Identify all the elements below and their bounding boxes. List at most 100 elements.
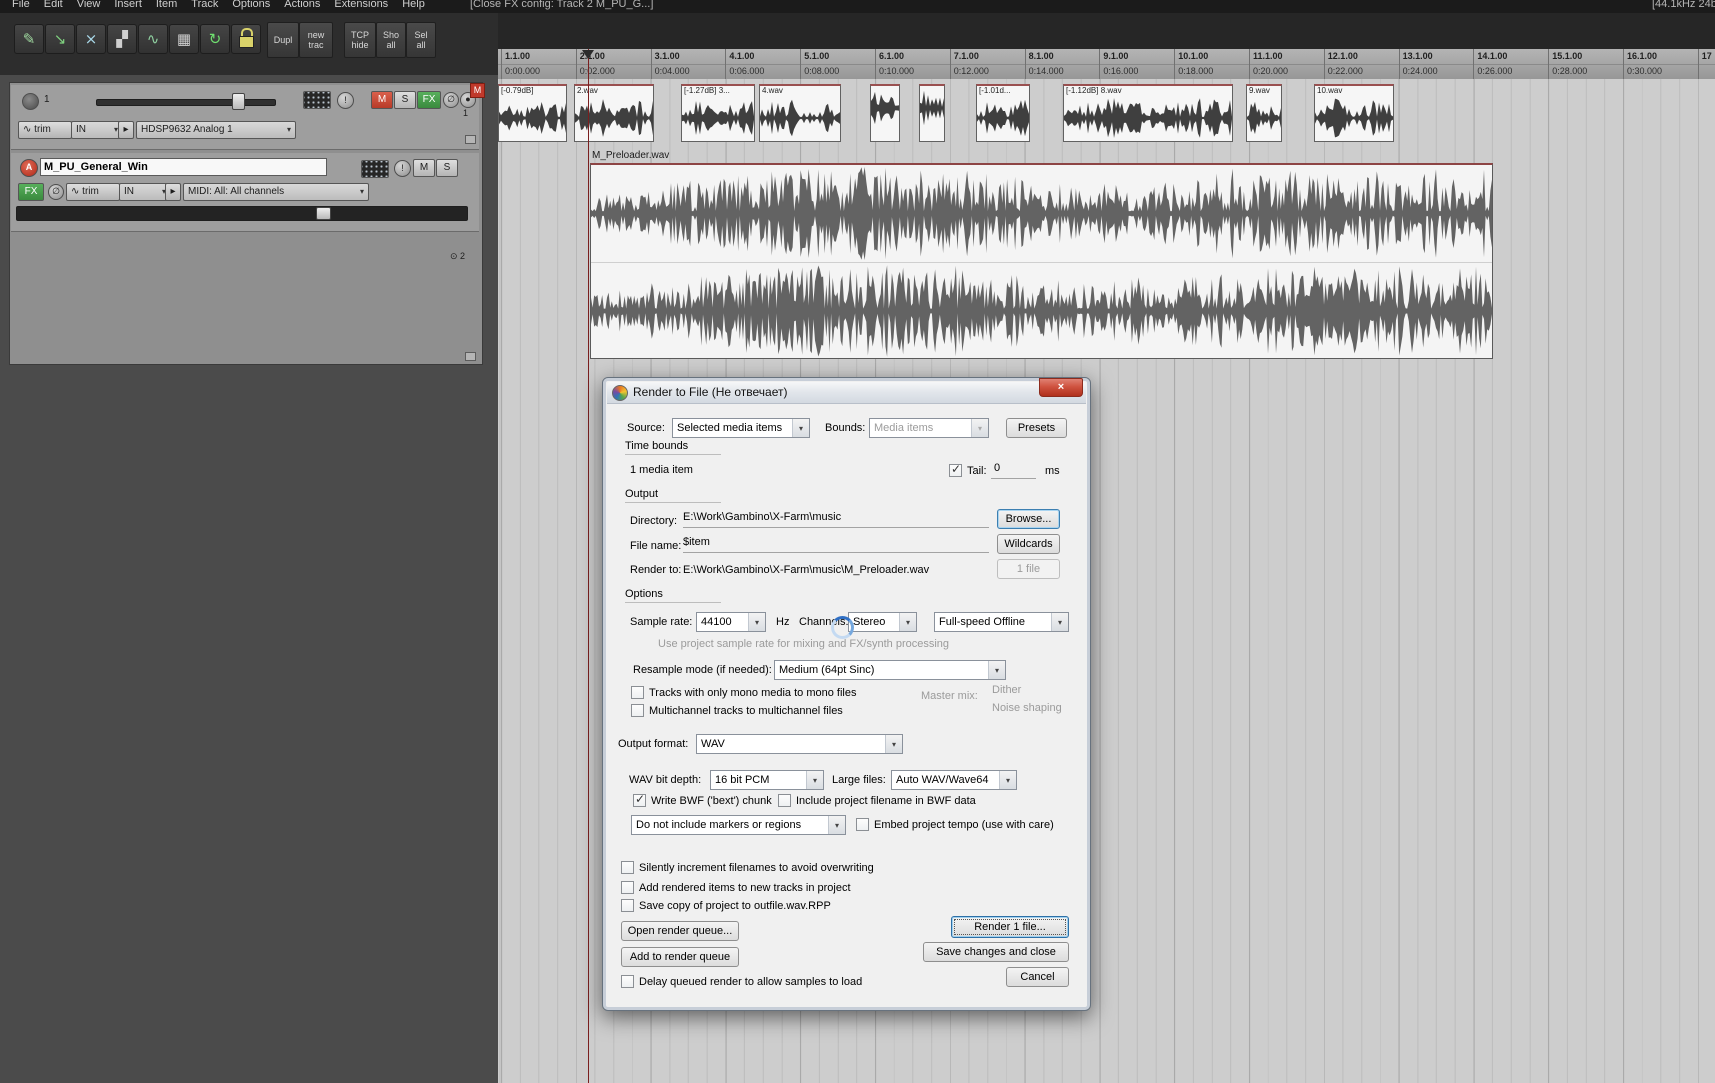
lock-button[interactable]: [231, 24, 261, 54]
track-1-panel[interactable]: 1 ! M S FX ∅ ● ∿ trim IN ▾ ▸ HDSP9632 Ana…: [11, 85, 479, 150]
resample-select[interactable]: Medium (64pt Sinc) ▾: [774, 660, 1006, 680]
close-button[interactable]: ×: [1039, 378, 1083, 397]
toolbar-new-trac-button[interactable]: new trac: [299, 22, 333, 58]
volume-slider-handle[interactable]: [232, 93, 245, 110]
media-item[interactable]: 10.wav: [1314, 84, 1394, 142]
io-select[interactable]: HDSP9632 Analog 1 ▾: [136, 121, 296, 139]
timeline-ruler[interactable]: 1.1.00 0:00.000 2.1.00 0:02.000 3.1.00 0:04.0…: [498, 49, 1715, 80]
menu-item-help[interactable]: Help: [402, 0, 425, 10]
route-button[interactable]: [361, 160, 389, 178]
menu-item-view[interactable]: View: [77, 0, 101, 10]
largefiles-select[interactable]: Auto WAV/Wave64 ▾: [891, 770, 1017, 790]
midi-io-select[interactable]: MIDI: All: All channels ▾: [183, 183, 369, 201]
record-arm-button[interactable]: [22, 93, 39, 110]
save-changes-close-button[interactable]: Save changes and close: [923, 942, 1069, 962]
crossfade-button[interactable]: ×: [76, 24, 106, 54]
directory-input[interactable]: E:\Work\Gambino\X-Farm\music: [683, 511, 989, 528]
channels-select[interactable]: Stereo ▾: [848, 612, 917, 632]
tail-checkbox[interactable]: [949, 462, 962, 477]
cancel-button[interactable]: Cancel: [1006, 967, 1069, 987]
fx-alert-button[interactable]: !: [337, 92, 354, 109]
toolbar-sel-all-button[interactable]: Sel all: [406, 22, 436, 58]
edit-item-button[interactable]: ✎: [14, 24, 44, 54]
fx-button[interactable]: FX: [18, 183, 44, 201]
save-copy-checkbox[interactable]: [621, 899, 634, 912]
include-projname-checkbox[interactable]: [778, 794, 791, 807]
trim-button[interactable]: ∿ trim: [66, 183, 120, 201]
add-rendered-checkbox[interactable]: [621, 881, 634, 894]
filename-input[interactable]: $item: [683, 536, 989, 553]
track-fader-handle[interactable]: [316, 207, 331, 220]
delay-queued-checkbox[interactable]: [621, 975, 634, 988]
razor-edit-button[interactable]: ▞: [107, 24, 137, 54]
output-format-select[interactable]: WAV ▾: [696, 734, 903, 754]
media-item[interactable]: [-1.27dB] 3...: [681, 84, 755, 142]
menu-item-actions[interactable]: Actions: [284, 0, 320, 10]
loop-button[interactable]: ↻: [200, 24, 230, 54]
media-item-main[interactable]: [590, 163, 1493, 359]
grid-snap-button[interactable]: ▦: [169, 24, 199, 54]
media-lane-fold-icon[interactable]: [465, 352, 476, 361]
media-item[interactable]: [870, 84, 900, 142]
toolbar-dupl-button[interactable]: Dupl: [267, 22, 299, 58]
insert-media-button[interactable]: ↘: [45, 24, 75, 54]
mute-button[interactable]: M: [371, 91, 393, 109]
input-select[interactable]: IN ▾: [71, 121, 123, 139]
media-item[interactable]: [-1.01d...: [976, 84, 1030, 142]
edit-cursor-marker[interactable]: [582, 50, 594, 59]
fx-bypass-icon[interactable]: ∅: [48, 184, 64, 200]
track-2-panel[interactable]: A M_PU_General_Win ! M S FX ∅ ∿ trim IN ▾…: [11, 153, 479, 232]
trim-button[interactable]: ∿ trim: [18, 121, 72, 139]
track-fader[interactable]: [16, 206, 468, 221]
write-bwf-checkbox[interactable]: [633, 792, 646, 807]
tail-input[interactable]: 0: [991, 462, 1036, 479]
fx-bypass-icon[interactable]: ∅: [443, 92, 459, 108]
volume-slider[interactable]: [96, 99, 276, 106]
embed-tempo-checkbox[interactable]: [856, 818, 869, 831]
menu-item-options[interactable]: Options: [232, 0, 270, 10]
toolbar-tcp-hide-button[interactable]: TCP hide: [344, 22, 376, 58]
source-select[interactable]: Selected media items ▾: [672, 418, 810, 438]
media-item[interactable]: 4.wav: [759, 84, 841, 142]
render-button[interactable]: Render 1 file...: [951, 916, 1069, 938]
open-render-queue-button[interactable]: Open render queue...: [621, 921, 739, 941]
wildcards-button[interactable]: Wildcards: [997, 534, 1060, 554]
toolbar-sho-all-button[interactable]: Sho all: [376, 22, 406, 58]
solo-button[interactable]: S: [394, 91, 416, 109]
fx-button[interactable]: FX: [417, 91, 441, 109]
presets-button[interactable]: Presets: [1006, 418, 1067, 438]
solo-button[interactable]: S: [436, 159, 458, 177]
media-item[interactable]: 9.wav: [1246, 84, 1282, 142]
add-to-render-queue-button[interactable]: Add to render queue: [621, 947, 739, 967]
media-item[interactable]: [-0.79dB]: [498, 84, 567, 142]
track-name-field[interactable]: M_PU_General_Win: [40, 158, 327, 176]
multichannel-checkbox[interactable]: [631, 704, 644, 717]
mute-button[interactable]: M: [413, 159, 435, 177]
bitdepth-select[interactable]: 16 bit PCM ▾: [710, 770, 824, 790]
menu-item-extensions[interactable]: Extensions: [334, 0, 388, 10]
menu-item-edit[interactable]: Edit: [44, 0, 63, 10]
master-lane-badge[interactable]: M: [470, 83, 485, 98]
render-speed-select[interactable]: Full-speed Offline ▾: [934, 612, 1069, 632]
media-lane-fold-icon[interactable]: [465, 135, 476, 144]
markers-select[interactable]: Do not include markers or regions ▾: [631, 815, 846, 835]
dialog-titlebar[interactable]: Render to File (Не отвечает): [607, 382, 1086, 404]
fx-alert-button[interactable]: !: [394, 160, 411, 177]
monitor-button[interactable]: ▸: [118, 121, 134, 139]
media-item[interactable]: 2.wav: [574, 84, 654, 142]
media-item[interactable]: [-1.12dB] 8.wav: [1063, 84, 1233, 142]
mono-tracks-checkbox[interactable]: [631, 686, 644, 699]
samplerate-select[interactable]: 44100 ▾: [696, 612, 766, 632]
menu-item-track[interactable]: Track: [191, 0, 218, 10]
menu-item-file[interactable]: File: [12, 0, 30, 10]
route-button[interactable]: [303, 91, 331, 109]
menu-item-item[interactable]: Item: [156, 0, 177, 10]
silently-increment-checkbox[interactable]: [621, 861, 634, 874]
record-arm-button[interactable]: A: [20, 159, 38, 177]
envelope-button[interactable]: ∿: [138, 24, 168, 54]
browse-button[interactable]: Browse...: [997, 509, 1060, 529]
monitor-button[interactable]: ▸: [165, 183, 181, 201]
menu-item-insert[interactable]: Insert: [114, 0, 142, 10]
input-select[interactable]: IN ▾: [119, 183, 171, 201]
media-item[interactable]: [919, 84, 945, 142]
